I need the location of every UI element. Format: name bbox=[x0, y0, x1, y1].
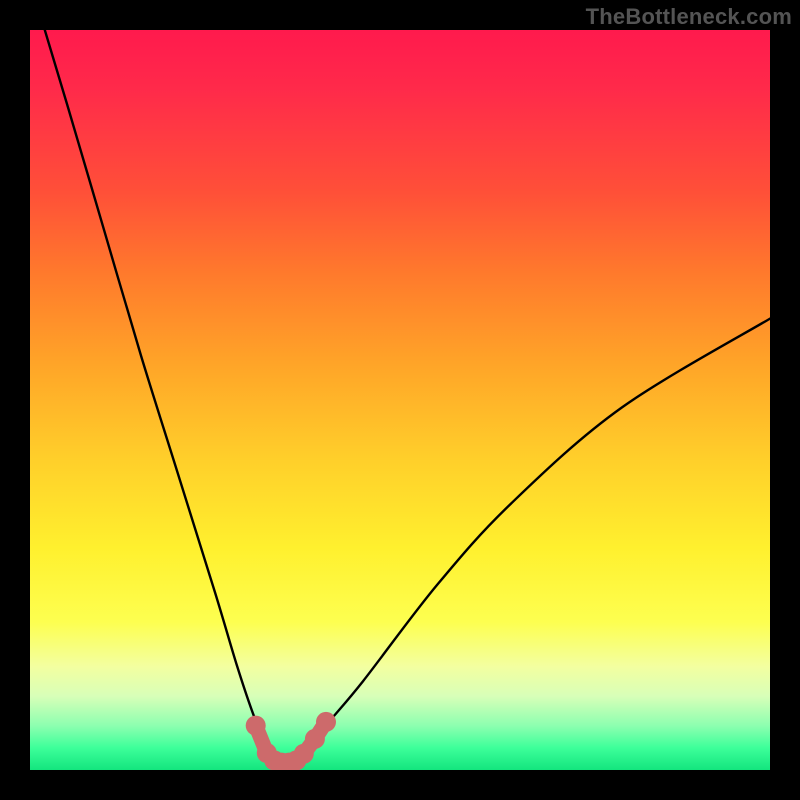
bottleneck-curve bbox=[45, 30, 770, 763]
highlight-marker bbox=[305, 729, 325, 749]
highlight-marker bbox=[316, 712, 336, 732]
plot-area bbox=[30, 30, 770, 770]
highlight-marker bbox=[246, 716, 266, 736]
chart-svg bbox=[30, 30, 770, 770]
highlight-markers bbox=[246, 712, 336, 770]
chart-frame: TheBottleneck.com bbox=[0, 0, 800, 800]
watermark-text: TheBottleneck.com bbox=[586, 4, 792, 30]
